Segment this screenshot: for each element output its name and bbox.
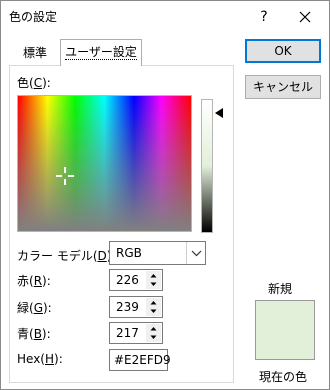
spin-up-icon[interactable] — [146, 324, 161, 333]
blue-field[interactable]: 217 — [109, 322, 163, 344]
tab-standard[interactable]: 標準 — [12, 43, 58, 65]
red-field[interactable]: 226 — [109, 269, 163, 291]
current-color-label: 現在の色 — [259, 370, 308, 384]
spin-down-icon[interactable] — [146, 333, 161, 342]
color-model-select[interactable]: RGB — [109, 241, 206, 265]
green-value[interactable]: 239 — [116, 300, 139, 314]
dropdown-button[interactable] — [186, 242, 205, 264]
tab-standard-label: 標準 — [22, 46, 47, 60]
hex-label: Hex(H): — [17, 352, 63, 366]
ok-button[interactable]: OK — [245, 39, 321, 63]
crosshair-icon — [56, 167, 74, 185]
current-color-swatch — [256, 330, 314, 359]
close-icon — [299, 11, 311, 23]
blue-label: 青(B): — [17, 327, 51, 341]
cancel-button[interactable]: キャンセル — [245, 75, 321, 99]
triangle-left-icon[interactable] — [215, 108, 223, 118]
color-dialog: 色の設定 ? 標準 ユーザー設定 OK キャンセル 色(C): カラー モデル(… — [0, 0, 330, 390]
spin-down-icon[interactable] — [146, 307, 161, 316]
close-button[interactable] — [293, 5, 317, 29]
red-label: 赤(R): — [17, 274, 51, 288]
hex-field[interactable]: #E2EFD9 — [109, 349, 171, 371]
color-preview — [255, 300, 315, 360]
chevron-down-icon — [191, 250, 202, 257]
window-title: 色の設定 — [9, 10, 58, 24]
blue-value[interactable]: 217 — [116, 326, 139, 340]
title-bar: 色の設定 ? — [1, 1, 329, 32]
blue-spinner[interactable] — [146, 324, 161, 342]
spin-up-icon[interactable] — [146, 298, 161, 307]
red-spinner[interactable] — [146, 271, 161, 289]
tab-custom-label: ユーザー設定 — [65, 45, 137, 60]
spin-up-icon[interactable] — [146, 271, 161, 280]
green-field[interactable]: 239 — [109, 296, 163, 318]
green-label: 緑(G): — [17, 301, 52, 315]
red-value[interactable]: 226 — [116, 273, 139, 287]
new-color-swatch — [256, 301, 314, 330]
color-model-value: RGB — [116, 246, 142, 260]
spin-down-icon[interactable] — [146, 280, 161, 289]
color-spectrum[interactable] — [17, 95, 192, 232]
new-color-label: 新規 — [268, 282, 293, 296]
luminance-slider[interactable] — [201, 99, 213, 233]
hex-value[interactable]: #E2EFD9 — [114, 353, 171, 367]
color-model-label: カラー モデル(D): — [17, 249, 115, 263]
color-label: 色(C): — [17, 76, 51, 90]
tab-custom[interactable]: ユーザー設定 — [60, 39, 142, 66]
help-button[interactable]: ? — [252, 6, 276, 28]
green-spinner[interactable] — [146, 298, 161, 316]
